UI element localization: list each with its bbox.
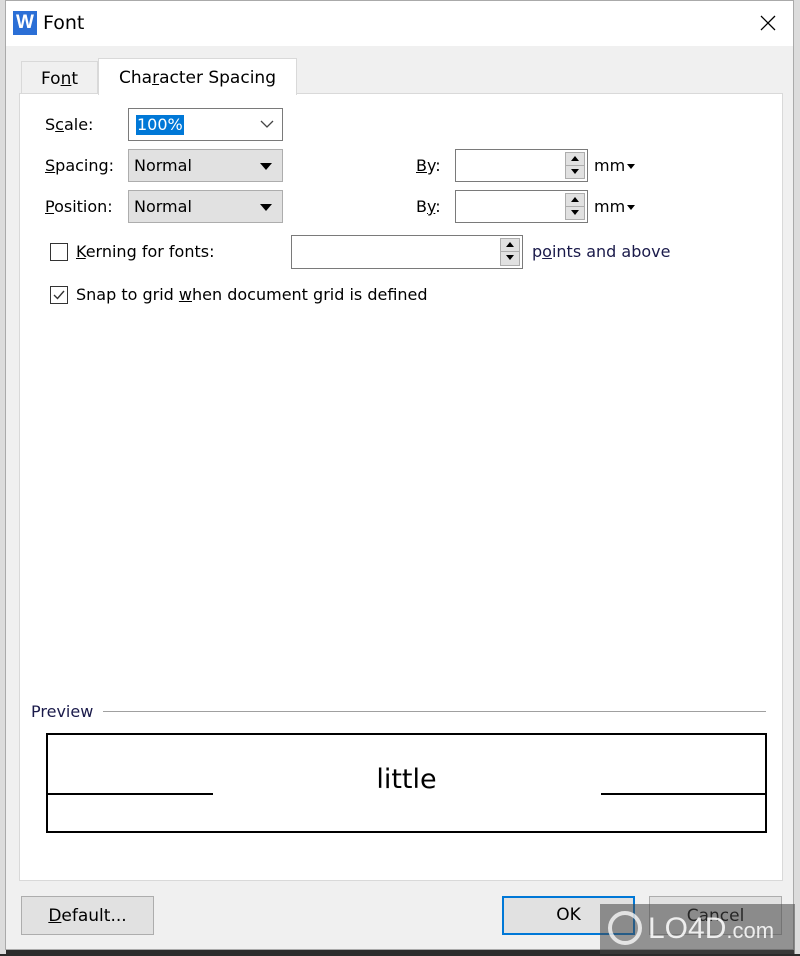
snap-to-grid-label: Snap to grid when document grid is defin… [76, 285, 428, 304]
spin-down-button[interactable] [566, 207, 584, 220]
spacing-label: Spacing: [45, 156, 115, 175]
preview-sample-text: little [376, 764, 437, 795]
spin-up-button[interactable] [566, 153, 584, 166]
font-dialog: W Font Font Character Spacing Scale: 100… [5, 0, 794, 950]
position-by-spinner[interactable] [455, 190, 588, 223]
spinner-buttons [565, 193, 585, 220]
spinner-buttons [500, 238, 520, 266]
background-app-right-edge [794, 0, 800, 954]
tab-font[interactable]: Font [21, 61, 98, 94]
dropdown-arrow-icon [627, 164, 636, 169]
dropdown-arrow-icon [260, 204, 272, 211]
title-bar: W Font [6, 1, 793, 46]
spacing-by-label: By: [416, 156, 441, 175]
position-unit-dropdown[interactable]: mm [594, 197, 636, 216]
position-value: Normal [134, 197, 192, 216]
preview-label: Preview [31, 702, 94, 721]
close-button[interactable] [751, 7, 785, 39]
preview-divider [103, 711, 766, 712]
dropdown-arrow-icon [627, 205, 636, 210]
spacing-by-spinner[interactable] [455, 149, 588, 182]
dropdown-arrow-icon [260, 163, 272, 170]
chevron-down-icon[interactable] [260, 117, 274, 131]
snap-to-grid-checkbox[interactable] [50, 286, 68, 304]
arrow-up-icon [571, 156, 579, 161]
watermark: LO4D.com [600, 904, 795, 954]
tab-character-spacing[interactable]: Character Spacing [98, 58, 297, 95]
scale-label: Scale: [45, 115, 94, 134]
spin-up-button[interactable] [501, 239, 519, 252]
spacing-unit-dropdown[interactable]: mm [594, 156, 636, 175]
close-icon [760, 15, 776, 31]
scale-combobox[interactable]: 100% [128, 108, 283, 141]
scale-value: 100% [136, 115, 184, 135]
position-by-label: By: [416, 197, 441, 216]
checkmark-icon [53, 290, 65, 300]
default-button[interactable]: Default... [21, 896, 154, 935]
spin-up-button[interactable] [566, 194, 584, 207]
kerning-suffix-label: points and above [532, 242, 671, 261]
spacing-dropdown[interactable]: Normal [128, 149, 283, 182]
arrow-down-icon [571, 209, 579, 215]
kerning-points-spinner[interactable] [291, 235, 523, 269]
kerning-label: Kerning for fonts: [76, 242, 215, 261]
arrow-down-icon [506, 255, 514, 260]
position-dropdown[interactable]: Normal [128, 190, 283, 223]
spin-down-button[interactable] [566, 166, 584, 179]
preview-box: little [46, 733, 767, 833]
spin-down-button[interactable] [501, 252, 519, 265]
arrow-down-icon [571, 168, 579, 174]
spacing-value: Normal [134, 156, 192, 175]
arrow-up-icon [571, 197, 579, 202]
kerning-checkbox[interactable] [50, 243, 68, 261]
dialog-title: Font [43, 12, 85, 34]
lo4d-logo-icon [608, 911, 642, 945]
arrow-up-icon [506, 242, 514, 247]
spinner-buttons [565, 152, 585, 179]
wps-writer-app-icon: W [13, 11, 37, 35]
position-label: Position: [45, 197, 113, 216]
